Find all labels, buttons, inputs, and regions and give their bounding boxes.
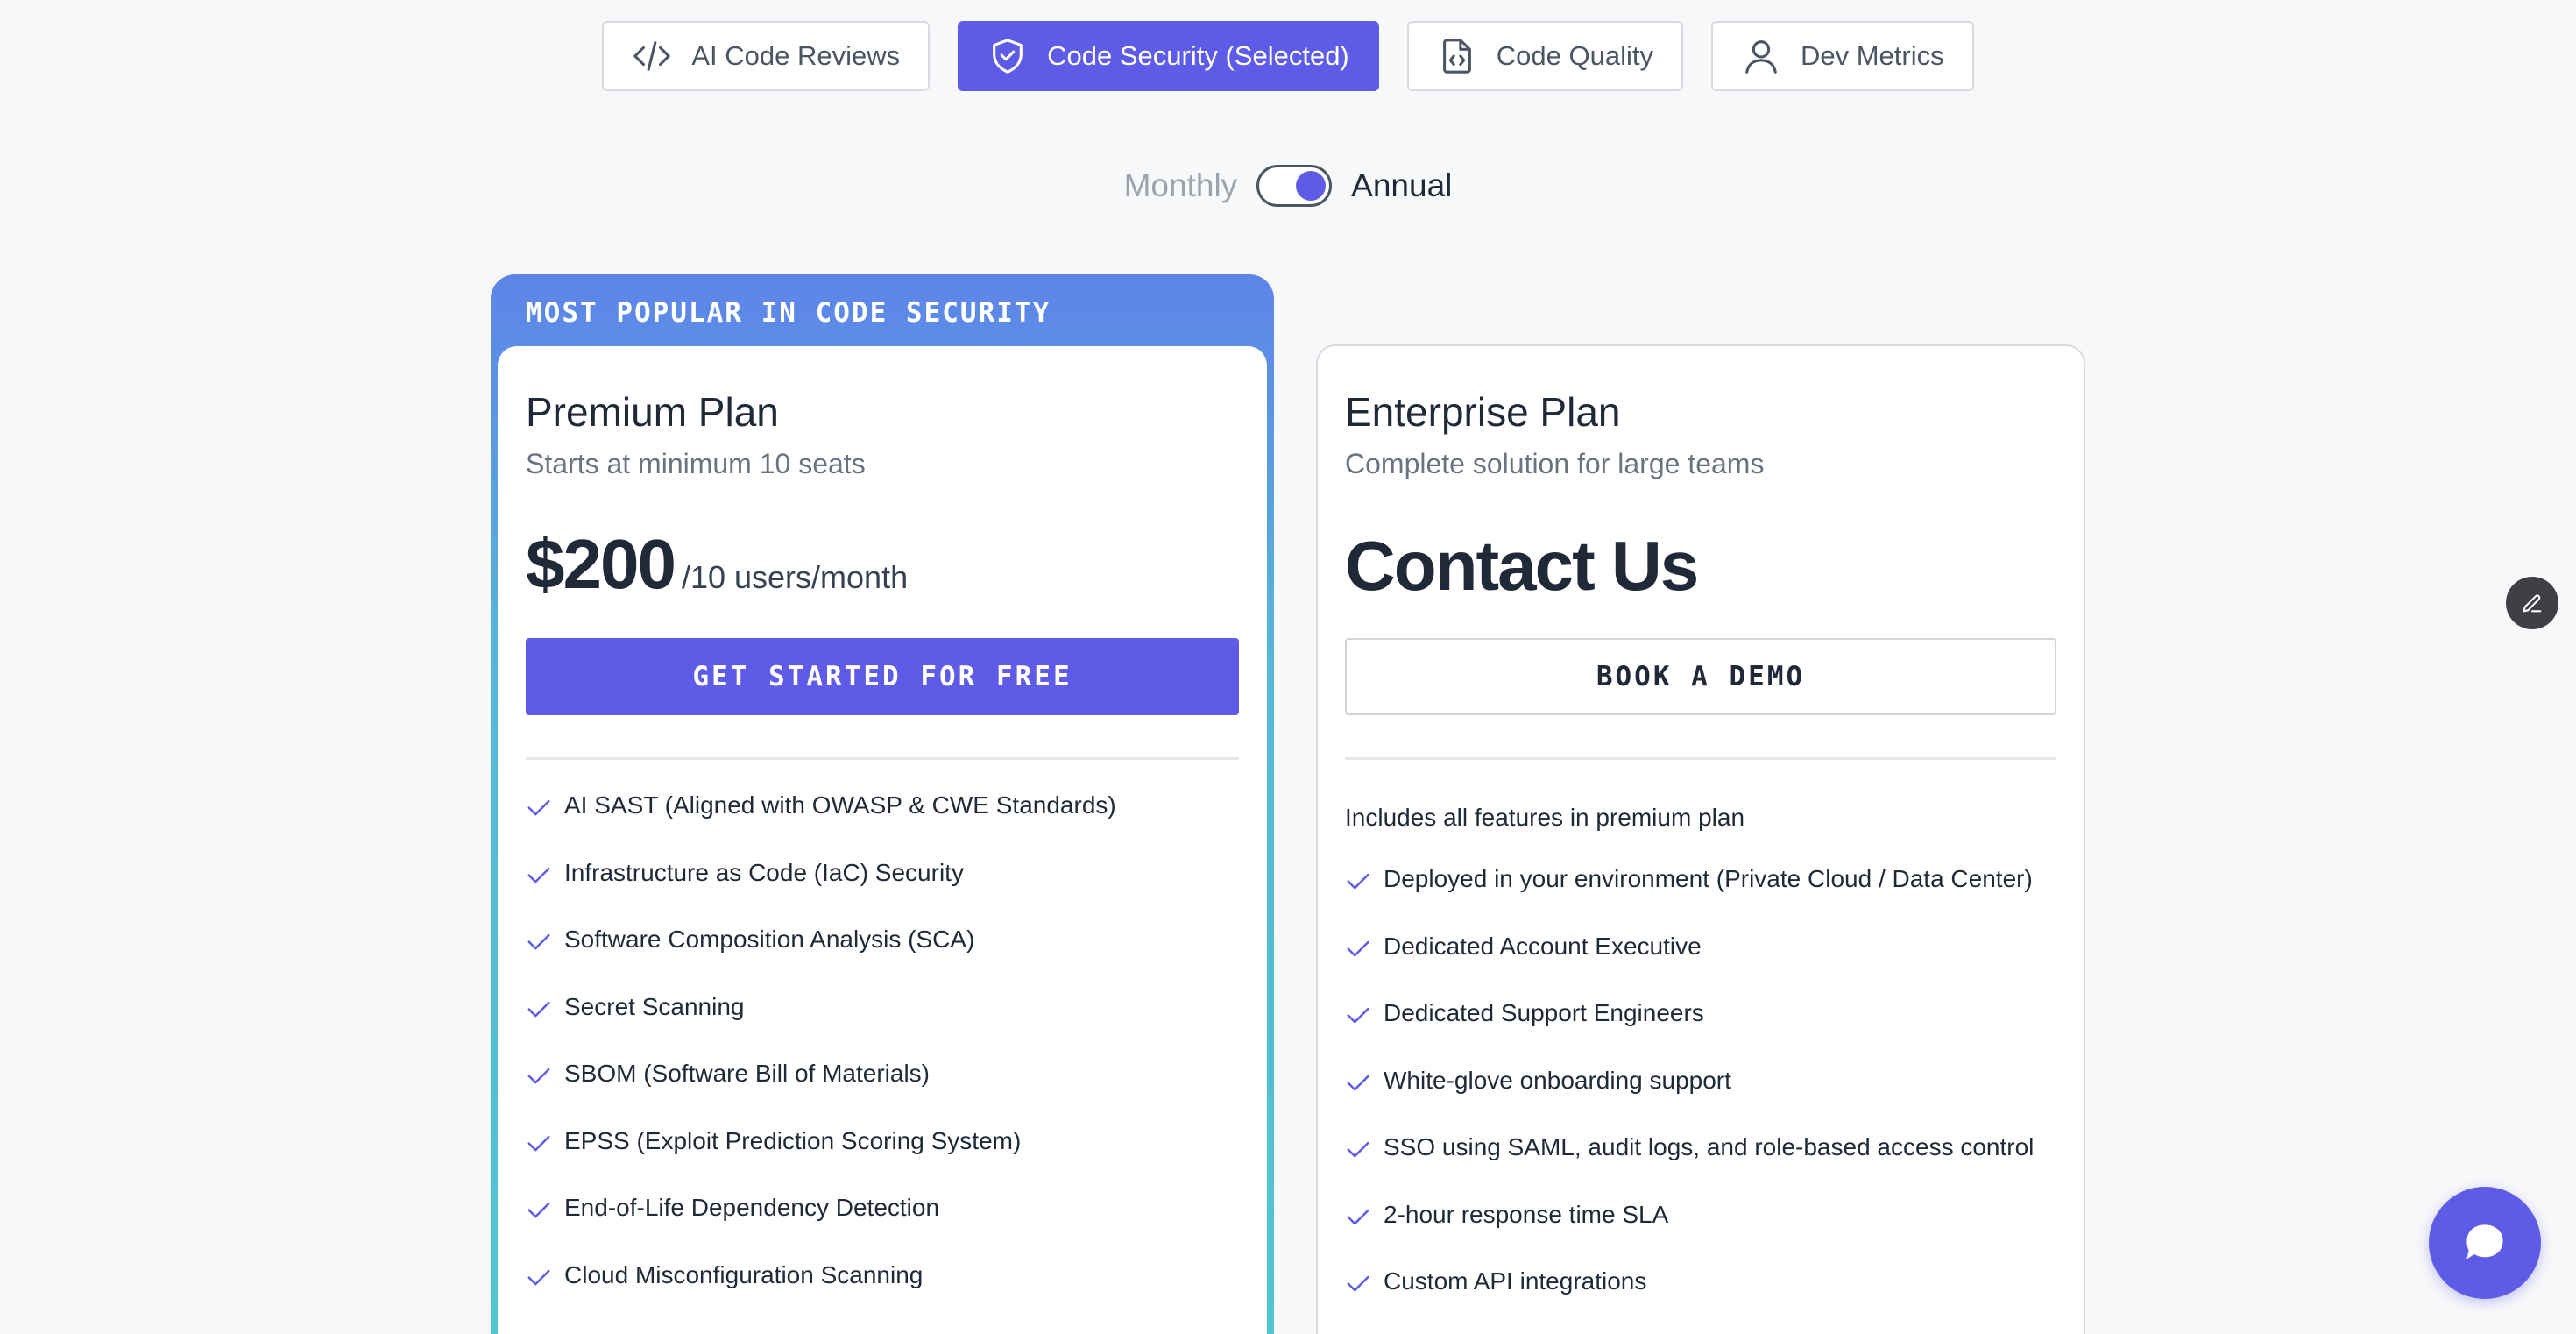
billing-switch[interactable] [1256, 165, 1333, 207]
check-icon [1347, 1075, 1369, 1090]
feature-text: End-of-Life Dependency Detection [564, 1194, 940, 1221]
feature-text: Custom API integrations [1384, 1267, 1647, 1295]
monthly-label[interactable]: Monthly [1124, 167, 1238, 204]
price-unit: /10 users/month [681, 559, 909, 595]
tab-label: Code Security (Selected) [1047, 40, 1349, 71]
list-item: Dedicated Support Engineers [1345, 966, 2056, 1033]
list-item: EPSS (Exploit Prediction Scoring System) [526, 1093, 1239, 1160]
feature-text: Dedicated Support Engineers [1384, 999, 1704, 1026]
get-started-button[interactable]: GET STARTED FOR FREE [526, 638, 1239, 715]
code-icon [633, 41, 671, 71]
check-icon [527, 799, 550, 816]
divider [526, 757, 1239, 760]
list-item: End-of-Life Dependency Detection [526, 1160, 1239, 1228]
annual-label[interactable]: Annual [1351, 167, 1452, 204]
tab-label: AI Code Reviews [691, 40, 901, 71]
feature-text: Secret Scanning [564, 992, 745, 1020]
feature-text: Cloud Misconfiguration Scanning [564, 1260, 924, 1288]
check-icon [527, 933, 550, 950]
list-item: White-glove onboarding support [1345, 1032, 2056, 1100]
tab-dev-metrics[interactable]: Dev Metrics [1710, 21, 1974, 91]
check-icon [1347, 1007, 1369, 1024]
feature-text: AI SAST (Aligned with OWASP & CWE Standa… [564, 791, 1116, 819]
chat-button[interactable] [2429, 1187, 2541, 1299]
check-icon [527, 867, 550, 883]
list-item: SBOM (Software Bill of Materials) [526, 1026, 1239, 1094]
feature-list: AI SAST (Aligned with OWASP & CWE Standa… [526, 791, 1239, 1295]
edit-button[interactable] [2506, 577, 2558, 629]
code-file-icon [1442, 39, 1471, 74]
list-item: Secret Scanning [526, 959, 1239, 1026]
shield-check-icon [993, 39, 1023, 74]
price-row: $200 /10 users/month [526, 524, 1239, 608]
plan-title: Enterprise Plan [1345, 389, 1621, 435]
list-item: SSO using SAML, audit logs, and role-bas… [1345, 1100, 2056, 1167]
includes-note: Includes all features in premium plan [1345, 804, 1745, 831]
plan-subtitle: Starts at minimum 10 seats [526, 448, 866, 479]
user-icon [1745, 40, 1777, 74]
list-item: 2-hour response time SLA [1345, 1167, 2056, 1234]
product-tabs: AI Code Reviews Code Security (Selected)… [0, 21, 2576, 91]
check-icon [527, 1269, 550, 1285]
price-amount: $200 [526, 525, 676, 603]
feature-text: 2-hour response time SLA [1384, 1200, 1669, 1228]
billing-toggle: Monthly Annual [0, 165, 2576, 207]
check-icon [1347, 940, 1369, 956]
feature-text: White-glove onboarding support [1384, 1066, 1731, 1094]
switch-knob [1296, 171, 1327, 201]
feature-text: Infrastructure as Code (IaC) Security [564, 858, 964, 886]
feature-text: Software Composition Analysis (SCA) [564, 926, 975, 953]
premium-plan-card: MOST POPULAR IN CODE SECURITY Premium Pl… [491, 274, 1274, 1334]
check-icon [527, 1001, 550, 1017]
feature-list: Deployed in your environment (Private Cl… [1345, 865, 2056, 1301]
check-icon [1347, 1141, 1369, 1158]
check-icon [527, 1068, 550, 1084]
list-item: Software Composition Analysis (SCA) [526, 892, 1239, 960]
tab-code-quality[interactable]: Code Quality [1406, 21, 1683, 91]
tab-ai-code-reviews[interactable]: AI Code Reviews [602, 21, 931, 91]
check-icon [1347, 873, 1369, 890]
contact-us-heading: Contact Us [1345, 527, 1699, 605]
check-icon [1347, 1209, 1369, 1224]
list-item: AI SAST (Aligned with OWASP & CWE Standa… [526, 791, 1239, 825]
list-item: Custom API integrations [1345, 1234, 2056, 1302]
check-icon [527, 1135, 550, 1151]
plan-subtitle: Complete solution for large teams [1345, 448, 1765, 479]
list-item: Deployed in your environment (Private Cl… [1345, 865, 2056, 898]
check-icon [1347, 1275, 1369, 1292]
feature-text: SBOM (Software Bill of Materials) [564, 1060, 930, 1087]
tab-code-security[interactable]: Code Security (Selected) [958, 21, 1379, 91]
chat-bubble-icon [2466, 1224, 2503, 1259]
check-icon [527, 1202, 550, 1218]
premium-card-body: Premium Plan Starts at minimum 10 seats … [498, 346, 1267, 1334]
list-item: Cloud Misconfiguration Scanning [526, 1227, 1239, 1295]
enterprise-plan-card: Enterprise Plan Complete solution for la… [1316, 344, 2085, 1334]
feature-text: EPSS (Exploit Prediction Scoring System) [564, 1126, 1022, 1154]
pencil-icon [2523, 594, 2542, 613]
list-item: Dedicated Account Executive [1345, 898, 2056, 966]
tab-label: Code Quality [1496, 40, 1653, 71]
tab-label: Dev Metrics [1800, 40, 1944, 71]
feature-text: Dedicated Account Executive [1384, 932, 1702, 960]
divider [1345, 757, 2056, 760]
feature-text: Deployed in your environment (Private Cl… [1384, 865, 2033, 892]
list-item: Infrastructure as Code (IaC) Security [526, 825, 1239, 892]
most-popular-badge: MOST POPULAR IN CODE SECURITY [526, 297, 1051, 329]
book-demo-button[interactable]: BOOK A DEMO [1345, 638, 2056, 715]
plan-title: Premium Plan [526, 389, 779, 435]
feature-text: SSO using SAML, audit logs, and role-bas… [1384, 1133, 2035, 1160]
